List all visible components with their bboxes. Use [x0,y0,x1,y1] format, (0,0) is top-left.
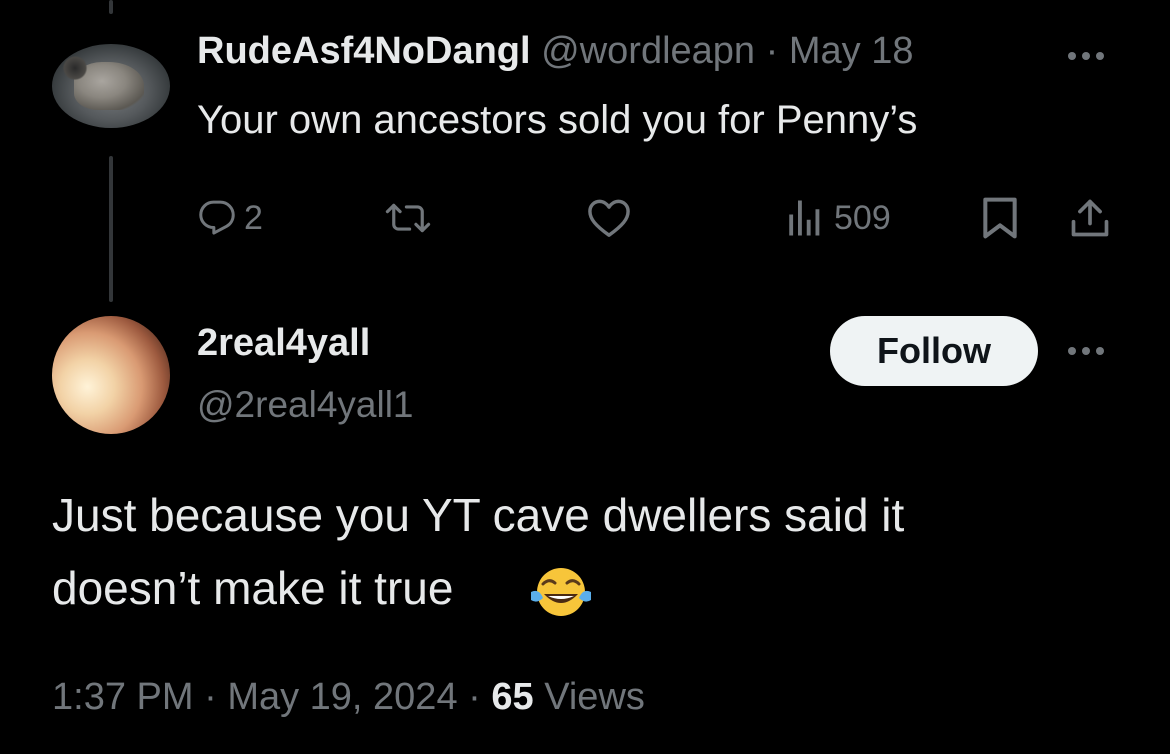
more-options-icon[interactable] [1068,347,1104,355]
display-name[interactable]: RudeAsf4NoDangl [197,30,531,72]
bookmark-button[interactable] [980,196,1020,240]
more-options-icon[interactable] [1068,52,1104,60]
thread-line-top [109,0,113,14]
views-button[interactable]: 509 [784,196,891,240]
tweet-text-line-1: Just because you YT cave dwellers said i… [52,489,905,541]
handle[interactable]: @wordleapn [541,30,755,72]
separator: · [765,30,779,72]
analytics-icon [789,200,820,236]
share-button[interactable] [1068,196,1112,240]
tweet-text-line-2: doesn’t make it true [52,562,454,614]
reply-button[interactable]: 2 [198,196,263,240]
tweet-time[interactable]: 1:37 PM [52,676,194,718]
tweet-header: RudeAsf4NoDangl @wordleapn · May 18 [197,30,913,73]
avatar[interactable] [52,316,170,434]
tweet-date[interactable]: May 19, 2024 [227,676,457,718]
reply-icon [199,200,235,235]
tweet-meta: 1:37 PM · May 19, 2024 · 65 Views [52,676,645,719]
display-name[interactable]: 2real4yall [197,322,370,365]
bookmark-icon [983,197,1017,239]
like-button[interactable] [585,196,633,240]
heart-icon [588,199,630,237]
tweet-text: Your own ancestors sold you for Penny’s [197,98,918,142]
retweet-icon [385,203,431,233]
retweet-button[interactable] [385,196,431,240]
view-count: 509 [834,198,891,237]
separator: · [204,676,217,718]
views-label: Views [544,676,645,718]
tweet-date[interactable]: May 18 [789,30,914,72]
follow-button[interactable]: Follow [830,316,1038,386]
separator: · [468,676,481,718]
handle[interactable]: @2real4yall1 [197,384,414,426]
avatar-image-detail [62,56,88,80]
thread-line [109,156,113,302]
face-with-tears-of-joy-emoji [531,568,591,616]
avatar[interactable] [52,44,170,128]
views-count[interactable]: 65 [491,676,533,718]
reply-count: 2 [244,198,263,237]
share-icon [1071,199,1109,237]
